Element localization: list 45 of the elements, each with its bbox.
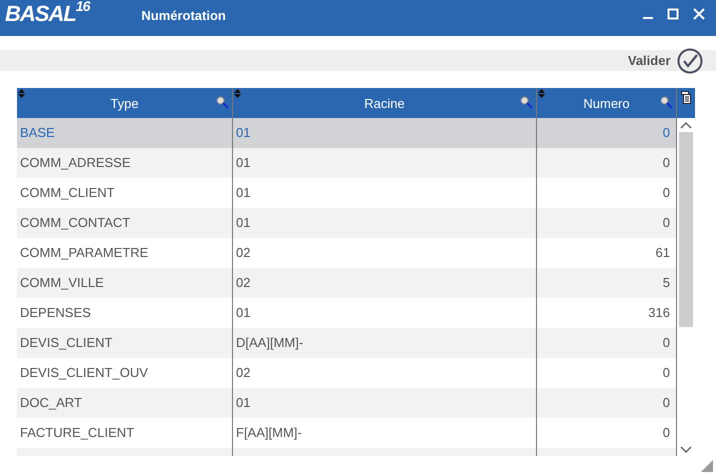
app-logo: BASAL$^{16}$ [5,3,90,26]
table-cell-text: DEPENSES [20,304,91,322]
table-cell-text: 02 [236,364,250,382]
table-cell-text: 02 [236,274,250,292]
table-cell-text: 02 [236,244,250,262]
table-cell-text: COMM_CLIENT [20,184,115,202]
table-cell-text: 01 [236,394,250,412]
table-cell-text: 0 [662,154,670,172]
table-cell-text: BASE [20,124,55,142]
table-cell-text: 01 [236,184,250,202]
table-row[interactable]: DEVIS_CLIENT D[AA][MM]- 0 [17,328,677,358]
table-cell-text: DEVIS_CLIENT [20,334,112,352]
table-cell-text: 01 [236,304,250,322]
table-cell-text: DOC_ART [20,394,82,412]
validate-label[interactable]: Valider [628,50,670,70]
table-row[interactable]: BASE 01 0 [17,118,677,148]
table-cell-text: 0 [662,124,670,142]
table-cell-text: 01 [236,124,250,142]
table-cell-text: COMM_CONTACT [20,214,130,232]
table-cell-text: COMM_ADRESSE [20,154,131,172]
table-cell-text: 01 [236,214,250,232]
table-cell-text: COMM_VILLE [20,274,104,292]
table-cell-text: 0 [662,364,670,382]
table-row[interactable]: COMM_CONTACT 01 0 [17,208,677,238]
window-title: Numérotation [141,7,226,25]
table-cell-text: 61 [656,244,670,262]
table-cell-text: FACTURE_CLIENT [20,424,134,442]
table-row[interactable]: DOC_ART 01 0 [17,388,677,418]
table-cell-text: 316 [648,304,670,322]
table-cell-text: DEVIS_CLIENT_OUV [20,364,148,382]
column-header[interactable]: Type [110,92,139,114]
table-cell-text: 01 [236,154,250,172]
table-row[interactable]: COMM_ADRESSE 01 0 [17,148,677,178]
table-cell-text: 0 [662,334,670,352]
table-cell-text: 0 [662,184,670,202]
table-row[interactable]: COMM_VILLE 02 5 [17,268,677,298]
table-cell-text: D[AA][MM]- [236,334,304,352]
table-cell-text: 5 [662,274,670,292]
column-header[interactable]: Racine [364,92,405,114]
table-cell-text: 0 [662,424,670,442]
table-cell-text: 0 [662,214,670,232]
table-cell-text: F[AA][MM]- [236,424,302,442]
table-cell-text: COMM_PARAMETRE [20,244,148,262]
column-header[interactable]: Numero [583,92,630,114]
table-cell-text: 0 [662,394,670,412]
